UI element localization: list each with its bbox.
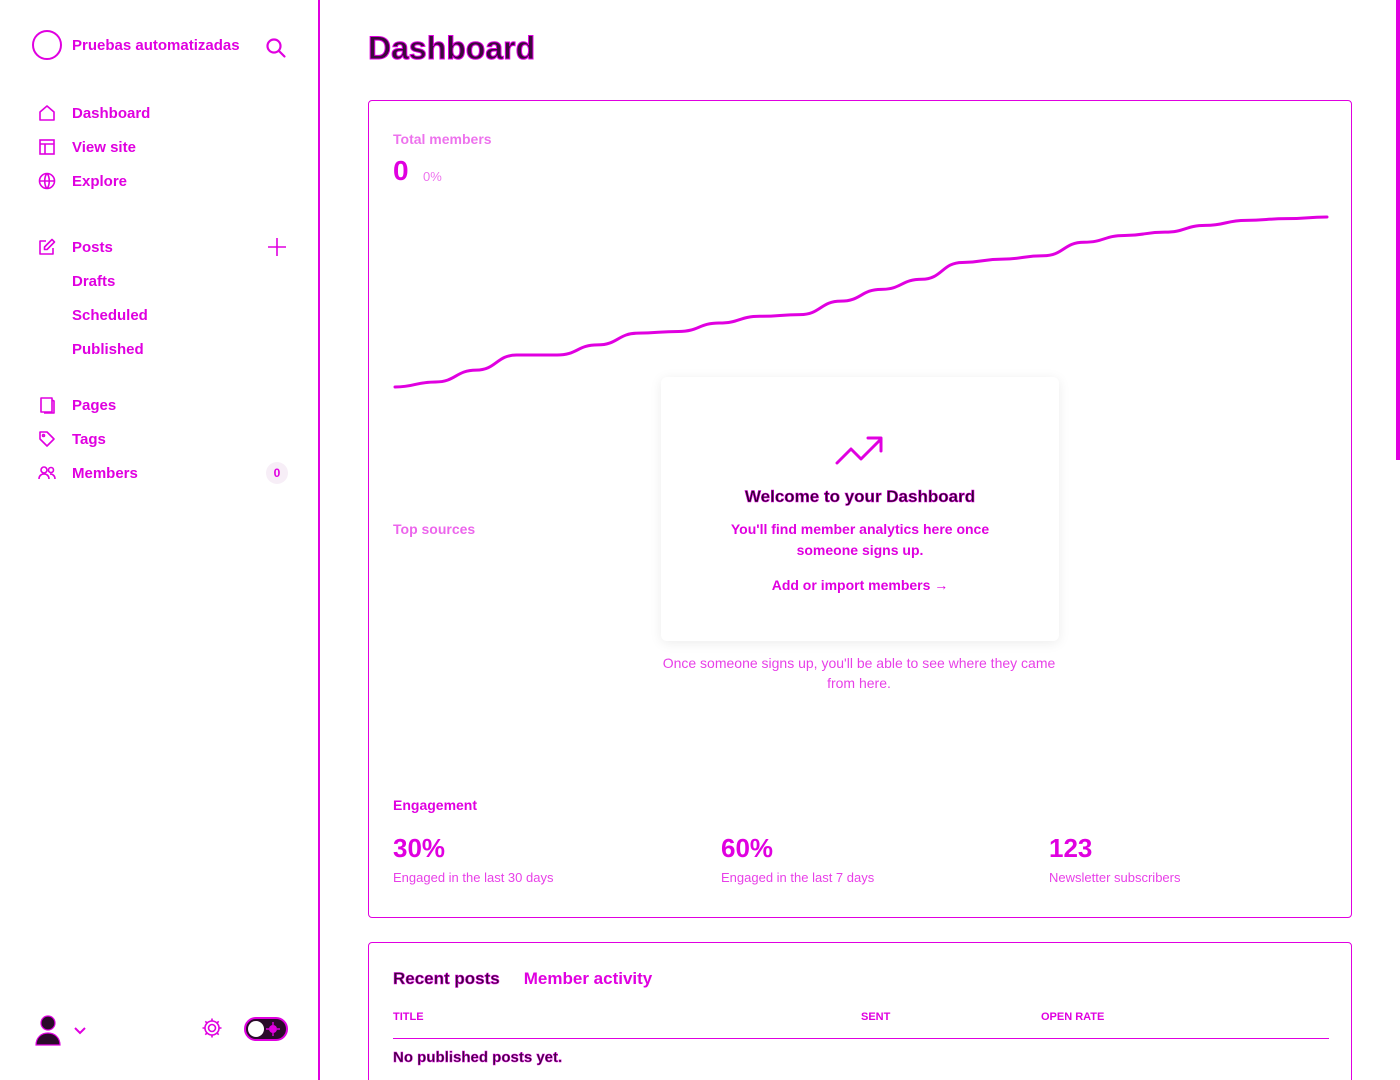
user-avatar-icon[interactable] bbox=[34, 1014, 62, 1046]
sidebar: Pruebas automatizadas Dashboard View sit… bbox=[0, 0, 320, 1080]
more-nav: Pages Tags Members 0 bbox=[36, 388, 296, 490]
sidebar-item-tags[interactable]: Tags bbox=[36, 422, 296, 456]
sidebar-item-label: Members bbox=[72, 464, 138, 482]
site-logo bbox=[32, 30, 62, 60]
sidebar-item-members[interactable]: Members 0 bbox=[36, 456, 296, 490]
dark-mode-toggle[interactable] bbox=[244, 1017, 288, 1041]
sidebar-item-label: View site bbox=[72, 138, 136, 156]
posts-table-header: TITLE SENT OPEN RATE bbox=[393, 1011, 1329, 1039]
recent-posts-card: Recent posts Member activity TITLE SENT … bbox=[368, 942, 1352, 1080]
add-post-button[interactable] bbox=[266, 236, 288, 258]
sidebar-item-label: Tags bbox=[72, 430, 106, 448]
sidebar-item-label: Scheduled bbox=[72, 306, 148, 324]
sidebar-item-posts[interactable]: Posts bbox=[36, 230, 296, 264]
column-open-rate[interactable]: OPEN RATE bbox=[1041, 1011, 1104, 1023]
sidebar-item-explore[interactable]: Explore bbox=[36, 164, 296, 198]
no-posts-text: No published posts yet. bbox=[393, 1049, 563, 1067]
sidebar-item-label: Dashboard bbox=[72, 104, 151, 122]
welcome-title: Welcome to your Dashboard bbox=[744, 487, 976, 507]
recent-tabs: Recent posts Member activity bbox=[393, 969, 676, 989]
sidebar-item-pages[interactable]: Pages bbox=[36, 388, 296, 422]
home-icon bbox=[36, 102, 58, 124]
sidebar-item-scheduled[interactable]: Scheduled bbox=[36, 298, 296, 332]
toggle-knob bbox=[248, 1021, 264, 1037]
sidebar-item-label: Posts bbox=[72, 238, 113, 256]
dashboard-card: Total members 0 0% Top sources Once some… bbox=[368, 100, 1352, 918]
engagement-value: 30% bbox=[393, 833, 446, 863]
tab-recent-posts[interactable]: Recent posts bbox=[393, 969, 500, 989]
globe-icon bbox=[36, 170, 58, 192]
search-icon[interactable] bbox=[264, 36, 288, 60]
chevron-down-icon[interactable] bbox=[72, 1022, 88, 1038]
main-nav: Dashboard View site Explore bbox=[36, 96, 296, 198]
top-sources-empty-text: Once someone signs up, you'll be able to… bbox=[662, 655, 1056, 691]
engagement-30d: 30% Engaged in the last 30 days bbox=[393, 833, 553, 885]
engagement-desc: Engaged in the last 30 days bbox=[393, 870, 554, 885]
sidebar-item-dashboard[interactable]: Dashboard bbox=[36, 96, 296, 130]
top-sources-label: Top sources bbox=[393, 521, 476, 537]
total-members-label: Total members bbox=[393, 131, 492, 147]
members-count-badge: 0 bbox=[266, 462, 288, 484]
page-title: Dashboard bbox=[367, 30, 536, 67]
layout-icon bbox=[36, 136, 58, 158]
sidebar-item-label: Drafts bbox=[72, 272, 116, 290]
sidebar-item-label: Explore bbox=[72, 172, 128, 190]
moon-icon bbox=[266, 1022, 280, 1036]
trending-up-icon bbox=[835, 433, 885, 469]
welcome-text: You'll find member analytics here once s… bbox=[730, 521, 990, 558]
sidebar-item-drafts[interactable]: Drafts bbox=[36, 264, 296, 298]
sidebar-item-view-site[interactable]: View site bbox=[36, 130, 296, 164]
page-icon bbox=[36, 394, 58, 416]
sidebar-item-published[interactable]: Published bbox=[36, 332, 296, 366]
engagement-value: 123 bbox=[1049, 833, 1093, 863]
members-icon bbox=[36, 462, 58, 484]
total-members-value: 0 bbox=[393, 155, 409, 186]
edit-icon bbox=[36, 236, 58, 258]
welcome-modal: Welcome to your Dashboard You'll find me… bbox=[661, 377, 1059, 641]
site-name: Pruebas automatizadas bbox=[72, 36, 240, 54]
column-sent[interactable]: SENT bbox=[861, 1011, 890, 1023]
scrollbar[interactable] bbox=[1396, 0, 1400, 460]
engagement-7d: 60% Engaged in the last 7 days bbox=[721, 833, 874, 885]
sidebar-item-label: Published bbox=[72, 340, 144, 358]
engagement-label: Engagement bbox=[393, 797, 478, 813]
members-series-line bbox=[393, 215, 1329, 389]
engagement-desc: Newsletter subscribers bbox=[1049, 870, 1181, 885]
sidebar-item-label: Pages bbox=[72, 396, 117, 414]
brand[interactable]: Pruebas automatizadas bbox=[32, 30, 240, 60]
tab-member-activity[interactable]: Member activity bbox=[524, 969, 653, 989]
engagement-desc: Engaged in the last 7 days bbox=[721, 870, 875, 885]
tag-icon bbox=[36, 428, 58, 450]
content-nav: Posts Drafts Scheduled Published bbox=[36, 230, 296, 366]
add-import-members-link[interactable]: Add or import members → bbox=[661, 577, 1059, 593]
gear-icon[interactable] bbox=[200, 1016, 224, 1040]
total-members-change: 0% bbox=[423, 169, 442, 184]
column-title[interactable]: TITLE bbox=[393, 1011, 424, 1023]
sidebar-footer bbox=[34, 1010, 290, 1050]
engagement-value: 60% bbox=[721, 833, 774, 863]
newsletter-subscribers: 123 Newsletter subscribers bbox=[1049, 833, 1181, 885]
